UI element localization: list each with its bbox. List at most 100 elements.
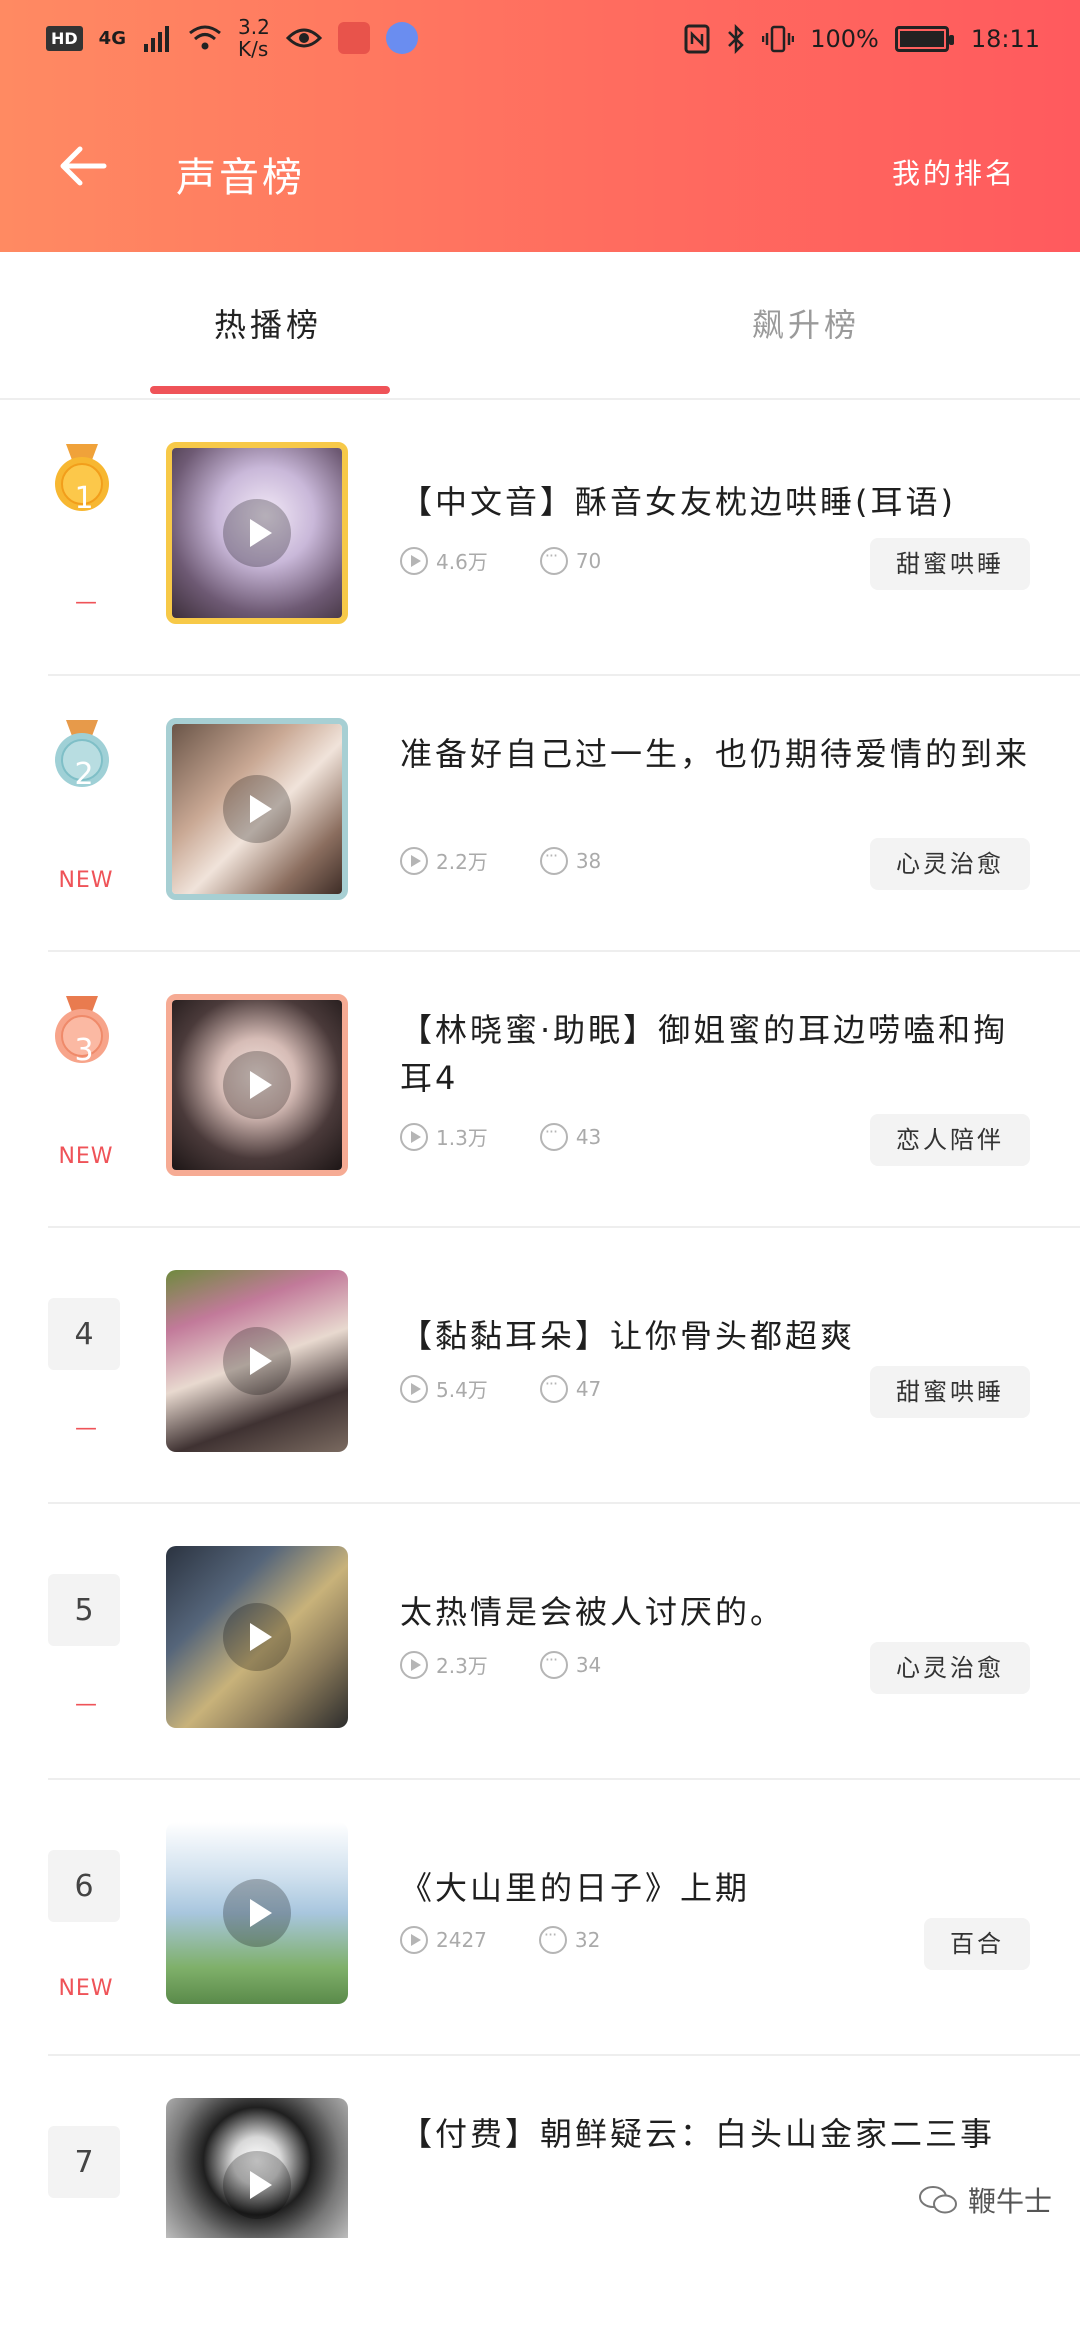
wifi-icon [189, 25, 221, 50]
category-tag[interactable]: 百合 [924, 1918, 1030, 1970]
play-count-icon [400, 1926, 428, 1954]
comment-count: 47 [575, 1376, 602, 1401]
cover-image [166, 442, 348, 624]
list-item[interactable]: 2 NEW 准备好自己过一生，也仍期待爱情的到来 2.2万 38 心灵治愈 [0, 676, 1080, 952]
play-icon[interactable] [223, 1051, 291, 1119]
category-tag[interactable]: 心灵治愈 [870, 1642, 1030, 1694]
play-count-icon [400, 1122, 428, 1151]
network-speed: 3.2 K/s [238, 16, 270, 60]
bluetooth-icon [728, 24, 744, 54]
rank-number: 2 [74, 756, 94, 792]
item-meta: 1.3万 43 [400, 1122, 653, 1151]
kr-app-icon [385, 22, 418, 54]
watermark: 鞭牛士 [909, 2176, 1060, 2224]
list-item[interactable]: 3 NEW 【林晓蜜·助眠】御姐蜜的耳边唠嗑和掏耳4 1.3万 43 恋人陪伴 [0, 952, 1080, 1228]
rank-number: 4 [48, 1298, 120, 1370]
item-meta: 4.6万 70 [400, 546, 653, 575]
play-count: 4.6万 [436, 550, 488, 574]
eye-icon [285, 28, 322, 48]
comment-icon [539, 1650, 568, 1679]
play-icon[interactable] [223, 2150, 291, 2219]
play-count-icon [400, 846, 428, 875]
rank-number: 1 [74, 480, 94, 516]
watermark-text: 鞭牛士 [967, 2185, 1052, 2218]
cover-image [166, 1822, 348, 2004]
item-title: 【付费】朝鲜疑云：白头山金家二三事 [400, 2115, 996, 2153]
back-arrow-icon[interactable] [56, 140, 108, 192]
speed-unit: K/s [237, 37, 269, 61]
hd-indicator: HD [46, 25, 83, 51]
item-meta: 2.3万 34 [400, 1650, 653, 1679]
comment-icon [539, 1122, 568, 1151]
comment-count: 70 [575, 548, 602, 573]
list-item[interactable]: 1 — 【中文音】酥音女友枕边哄睡(耳语) 4.6万 70 甜蜜哄睡 [0, 400, 1080, 676]
play-count-icon [400, 1374, 428, 1403]
item-title: 《大山里的日子》上期 [400, 1869, 751, 1907]
category-tag[interactable]: 甜蜜哄睡 [870, 538, 1030, 590]
play-count-icon [400, 546, 428, 575]
network-label: 4G [98, 27, 126, 49]
category-tag[interactable]: 心灵治愈 [870, 838, 1030, 890]
comment-icon [538, 1925, 567, 1954]
battery-percent: 100% [810, 25, 879, 53]
clock: 18:11 [970, 25, 1040, 53]
play-icon[interactable] [223, 1327, 291, 1395]
play-count: 2.3万 [436, 1654, 488, 1678]
comment-count: 32 [574, 1928, 601, 1952]
trend-indicator: — [75, 1416, 97, 1441]
item-title: 【黏黏耳朵】让你骨头都超爽 [400, 1317, 856, 1355]
nfc-icon [684, 24, 710, 54]
play-count: 5.4万 [436, 1378, 488, 1402]
tab-rising[interactable]: 飙升榜 [752, 300, 860, 346]
comment-count: 43 [575, 1124, 602, 1149]
rank-number: 5 [48, 1574, 120, 1646]
item-meta: 2.2万 38 [400, 846, 653, 875]
play-icon[interactable] [223, 775, 291, 843]
rank-number: 6 [48, 1850, 120, 1922]
play-icon[interactable] [223, 1603, 291, 1671]
category-tag[interactable]: 恋人陪伴 [870, 1114, 1030, 1166]
cover-image [166, 718, 348, 900]
comment-count: 38 [575, 848, 602, 873]
tab-bar: 热播榜 飙升榜 [0, 252, 1080, 400]
tab-hot-play[interactable]: 热播榜 [214, 300, 322, 346]
list-item[interactable]: 6 NEW 《大山里的日子》上期 2427 32 百合 [0, 1780, 1080, 2056]
chart-app-icon [337, 22, 370, 54]
cover-image [166, 1270, 348, 1452]
vibrate-icon [762, 25, 795, 53]
trend-indicator: NEW [58, 868, 114, 893]
item-title: 【中文音】酥音女友枕边哄睡(耳语) [400, 483, 956, 521]
comment-icon [539, 846, 568, 875]
trend-indicator: — [75, 1692, 97, 1717]
signal-icon [143, 26, 169, 52]
wechat-icon [918, 2186, 957, 2214]
trend-indicator: — [75, 590, 97, 615]
cover-image [166, 994, 348, 1176]
play-count-icon [400, 1650, 428, 1679]
comment-icon [539, 1374, 568, 1403]
status-right: 100% 18:11 [684, 24, 1040, 54]
item-title: 太热情是会被人讨厌的。 [400, 1593, 786, 1631]
play-count: 2427 [436, 1928, 487, 1952]
list-item[interactable]: 4 — 【黏黏耳朵】让你骨头都超爽 5.4万 47 甜蜜哄睡 [0, 1228, 1080, 1504]
cover-image [166, 1546, 348, 1728]
speed-value: 3.2 [237, 15, 270, 39]
play-count: 2.2万 [436, 850, 488, 874]
category-tag[interactable]: 甜蜜哄睡 [870, 1366, 1030, 1418]
my-rank-link[interactable]: 我的排名 [892, 152, 1016, 192]
item-meta: 5.4万 47 [400, 1374, 653, 1403]
cover-image [166, 2098, 348, 2238]
play-icon[interactable] [223, 1879, 291, 1947]
play-icon[interactable] [223, 499, 291, 567]
app-header: HD 4G 3.2 K/s 100% 18:11 声音榜 我的排名 [0, 0, 1080, 252]
comment-icon [539, 546, 568, 575]
item-title: 【林晓蜜·助眠】御姐蜜的耳边唠嗑和掏耳4 [400, 1011, 1009, 1097]
battery-icon [894, 26, 954, 52]
item-title: 准备好自己过一生，也仍期待爱情的到来 [400, 735, 1031, 773]
list-item[interactable]: 5 — 太热情是会被人讨厌的。 2.3万 34 心灵治愈 [0, 1504, 1080, 1780]
status-left: HD 4G 3.2 K/s [46, 16, 418, 60]
item-meta: 2427 32 [400, 1925, 652, 1954]
rank-number: 3 [74, 1032, 94, 1068]
trend-indicator: NEW [58, 1976, 114, 2001]
rank-number: 7 [48, 2126, 120, 2198]
